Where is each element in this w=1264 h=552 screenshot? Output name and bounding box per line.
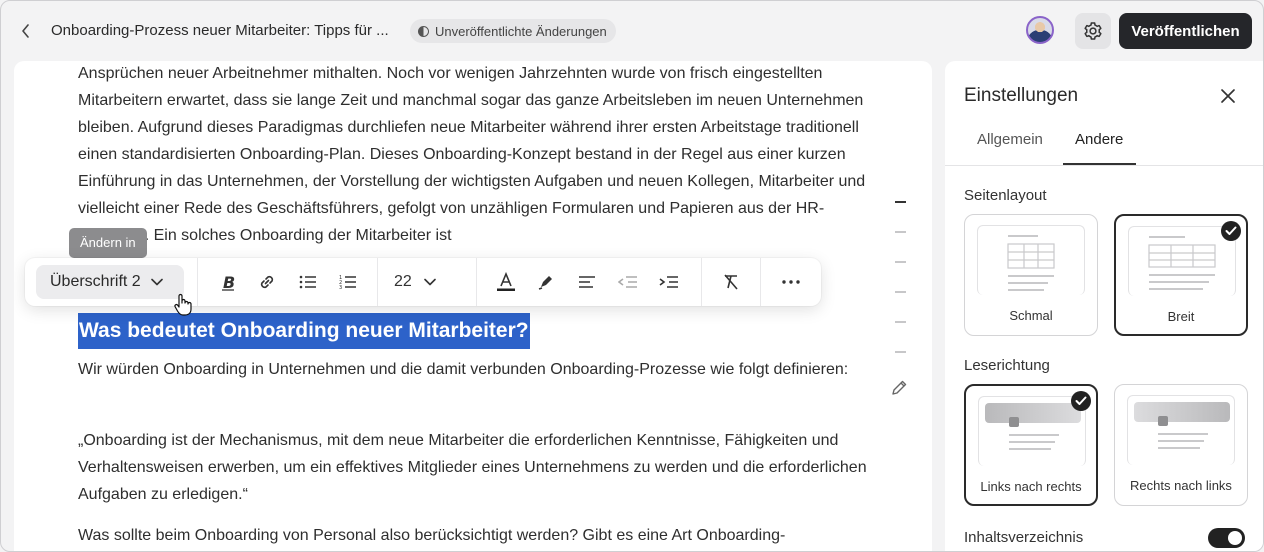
outdent-button[interactable] [616, 270, 640, 294]
outdent-icon [618, 276, 637, 288]
toolbar-divider [377, 258, 378, 306]
selected-check-icon [1221, 221, 1241, 241]
paragraph-definition-intro[interactable]: Wir würden Onboarding in Unternehmen und… [78, 356, 868, 383]
editor-canvas[interactable]: Ansprüchen neuer Arbeitnehmer mithalten.… [14, 61, 932, 551]
document-title: Onboarding-Prozess neuer Mitarbeiter: Ti… [51, 22, 389, 39]
link-icon [260, 275, 274, 289]
tab-allgemein[interactable]: Allgemein [977, 131, 1043, 148]
top-bar: Onboarding-Prozess neuer Mitarbeiter: Ti… [1, 1, 1263, 61]
formatting-toolbar: Überschrift 2 B 123 22 [25, 258, 821, 306]
rtl-preview [1127, 395, 1235, 465]
font-size-dropdown[interactable]: 22 [394, 268, 454, 296]
gear-icon [1084, 22, 1102, 40]
highlight-button[interactable] [534, 270, 558, 294]
settings-button[interactable] [1075, 13, 1111, 49]
indent-icon [659, 276, 678, 288]
chevron-down-icon [423, 278, 436, 286]
narrow-layout-preview [977, 225, 1085, 295]
outline-marker[interactable] [895, 231, 906, 233]
chevron-down-icon [150, 278, 163, 286]
direction-option-label: Rechts nach links [1130, 478, 1232, 493]
change-to-tooltip: Ändern in [69, 228, 147, 258]
align-left-button[interactable] [575, 270, 599, 294]
hand-cursor-icon [174, 293, 192, 316]
outline-marker[interactable] [895, 261, 906, 263]
outline-marker[interactable] [895, 351, 906, 353]
link-button[interactable] [255, 270, 279, 294]
bold-button[interactable]: B [216, 270, 240, 294]
tabs-divider [945, 165, 1263, 166]
close-icon[interactable] [1219, 87, 1237, 105]
paragraph-intro[interactable]: Ansprüchen neuer Arbeitnehmer mithalten.… [78, 61, 868, 249]
block-style-value: Überschrift 2 [50, 273, 141, 290]
direction-option-rtl[interactable]: Rechts nach links [1114, 384, 1248, 506]
block-style-dropdown[interactable]: Überschrift 2 [36, 265, 184, 299]
page-layout-label: Seitenlayout [964, 187, 1047, 204]
direction-option-ltr[interactable]: Links nach rechts [964, 384, 1098, 506]
toolbar-divider [760, 258, 761, 306]
table-of-contents-label: Inhaltsverzeichnis [964, 529, 1084, 546]
indent-button[interactable] [657, 270, 681, 294]
bullet-list-icon [299, 275, 316, 289]
ltr-preview [978, 396, 1086, 466]
more-dots-icon [782, 280, 800, 284]
unpublished-status-badge: Unveröffentlichte Änderungen [410, 19, 616, 43]
layout-option-narrow[interactable]: Schmal [964, 214, 1098, 336]
reading-direction-label: Leserichtung [964, 357, 1050, 374]
status-text: Unveröffentlichte Änderungen [435, 23, 607, 39]
tab-andere[interactable]: Andere [1075, 131, 1123, 148]
numbered-list-button[interactable]: 123 [336, 270, 360, 294]
bullet-list-button[interactable] [296, 270, 320, 294]
highlighter-icon [538, 276, 552, 290]
svg-text:3: 3 [339, 285, 342, 290]
svg-text:B: B [223, 273, 235, 291]
selected-check-icon [1071, 391, 1091, 411]
outline-marker-active[interactable] [895, 201, 906, 203]
publish-button[interactable]: Veröffentlichen [1119, 13, 1252, 49]
more-options-button[interactable] [779, 270, 803, 294]
clear-formatting-button[interactable] [719, 270, 743, 294]
settings-panel: Einstellungen Allgemein Andere Seitenlay… [945, 61, 1263, 551]
text-color-button[interactable] [494, 270, 518, 294]
half-circle-icon [418, 25, 429, 37]
numbered-list-icon: 123 [339, 275, 356, 290]
outline-marker[interactable] [895, 291, 906, 293]
align-left-icon [579, 276, 595, 288]
layout-option-label: Breit [1167, 309, 1195, 324]
table-of-contents-toggle[interactable] [1208, 528, 1245, 548]
toolbar-divider [197, 258, 198, 306]
bold-icon: B [222, 273, 235, 291]
direction-option-label: Links nach rechts [980, 479, 1082, 494]
user-avatar[interactable] [1026, 16, 1054, 44]
outline-marker[interactable] [895, 321, 906, 323]
font-size-value: 22 [394, 273, 412, 290]
toolbar-divider [701, 258, 702, 306]
wide-layout-preview [1128, 226, 1236, 296]
paragraph-quote[interactable]: „Onboarding ist der Mechanismus, mit dem… [78, 427, 868, 508]
panel-title: Einstellungen [964, 85, 1079, 106]
layout-option-label: Schmal [1009, 308, 1053, 323]
text-color-icon [497, 272, 515, 291]
pencil-icon[interactable] [890, 379, 908, 397]
toolbar-divider [476, 258, 477, 306]
layout-option-wide[interactable]: Breit [1114, 214, 1248, 336]
paragraph-question[interactable]: Was sollte beim Onboarding von Personal … [78, 522, 868, 549]
back-arrow-icon[interactable] [15, 20, 37, 42]
app-window: Onboarding-Prozess neuer Mitarbeiter: Ti… [0, 0, 1264, 552]
clear-format-icon [724, 274, 738, 290]
selected-heading[interactable]: Was bedeutet Onboarding neuer Mitarbeite… [78, 313, 530, 349]
